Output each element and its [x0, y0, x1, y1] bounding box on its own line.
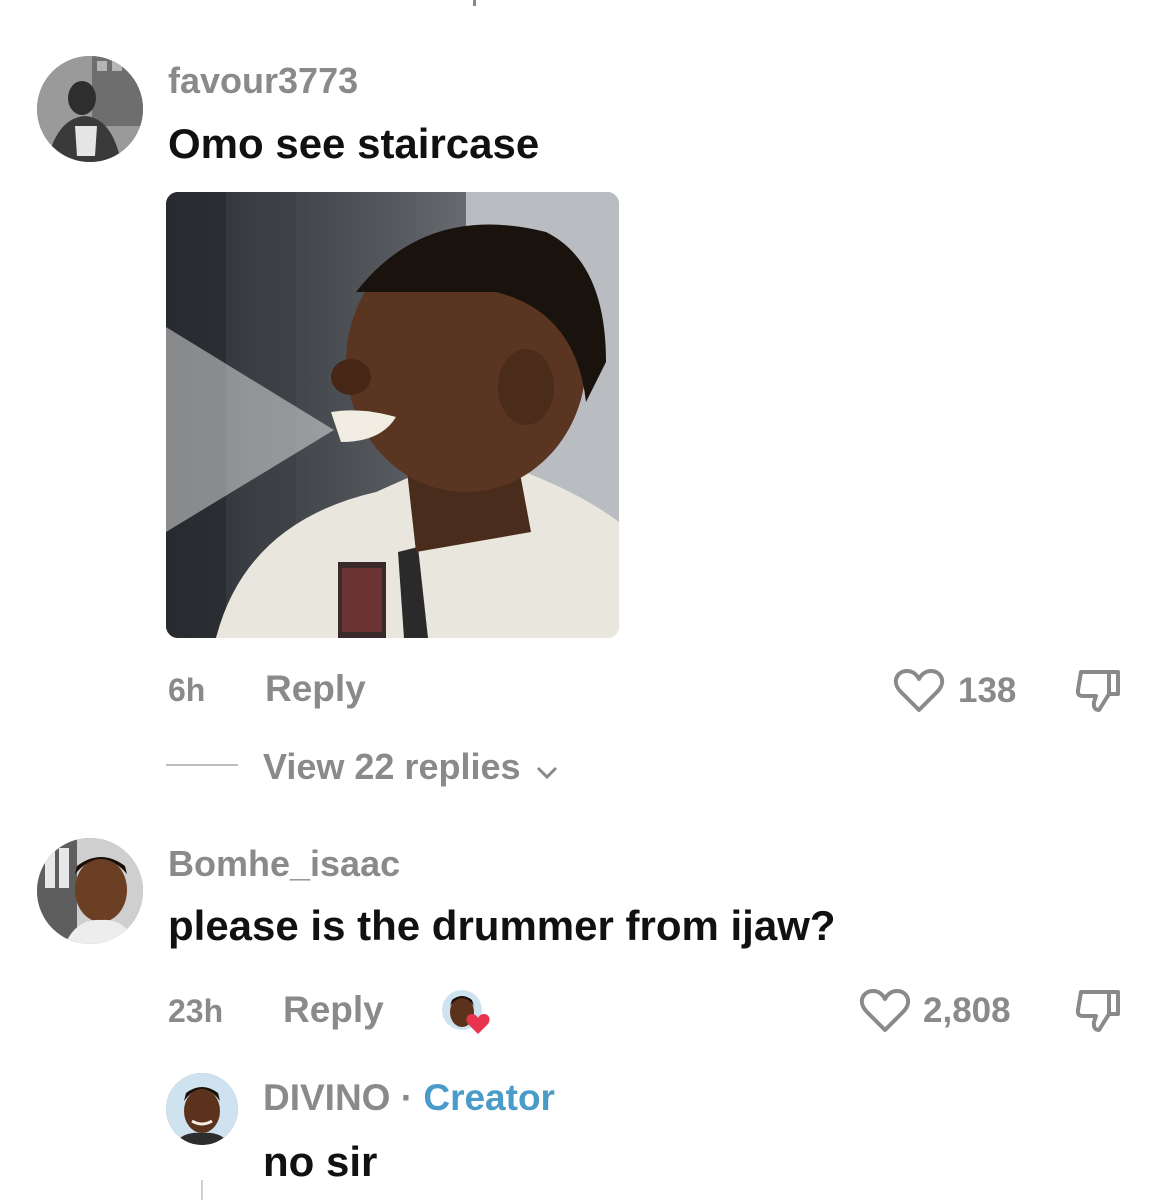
avatar[interactable] — [166, 1073, 238, 1145]
comment-text: please is the drummer from ijaw? — [168, 902, 836, 949]
avatar[interactable] — [37, 838, 143, 944]
reply-text: no sir — [263, 1138, 378, 1185]
reply-header: DIVINO · Creator — [263, 1077, 555, 1119]
creator-liked-badge — [438, 988, 498, 1038]
creator-badge: Creator — [423, 1077, 555, 1118]
thumbs-down-icon[interactable] — [1073, 666, 1123, 716]
reply-thread-line — [201, 1180, 203, 1200]
reply-button[interactable]: Reply — [265, 668, 366, 710]
separator-dot: · — [390, 1077, 424, 1118]
heart-outline-icon[interactable] — [859, 988, 911, 1034]
top-divider — [473, 0, 476, 6]
thumbs-down-icon[interactable] — [1073, 986, 1123, 1036]
replies-divider — [166, 764, 238, 766]
comment-username[interactable]: favour3773 — [168, 60, 358, 102]
reply-username[interactable]: DIVINO — [263, 1077, 390, 1118]
comment-text: Omo see staircase — [168, 120, 540, 167]
comment-time: 6h — [168, 672, 206, 708]
chevron-down-icon — [535, 748, 559, 790]
like-count: 138 — [958, 671, 1017, 710]
view-replies-button[interactable]: View 22 replies — [263, 746, 559, 790]
comment-username[interactable]: Bomhe_isaac — [168, 843, 400, 885]
reply-button[interactable]: Reply — [283, 989, 384, 1031]
avatar[interactable] — [37, 56, 143, 162]
heart-outline-icon[interactable] — [893, 668, 945, 714]
view-replies-label: View 22 replies — [263, 746, 521, 787]
like-count: 2,808 — [923, 991, 1011, 1030]
video-thumbnail[interactable] — [166, 192, 619, 638]
comment-time: 23h — [168, 993, 224, 1029]
